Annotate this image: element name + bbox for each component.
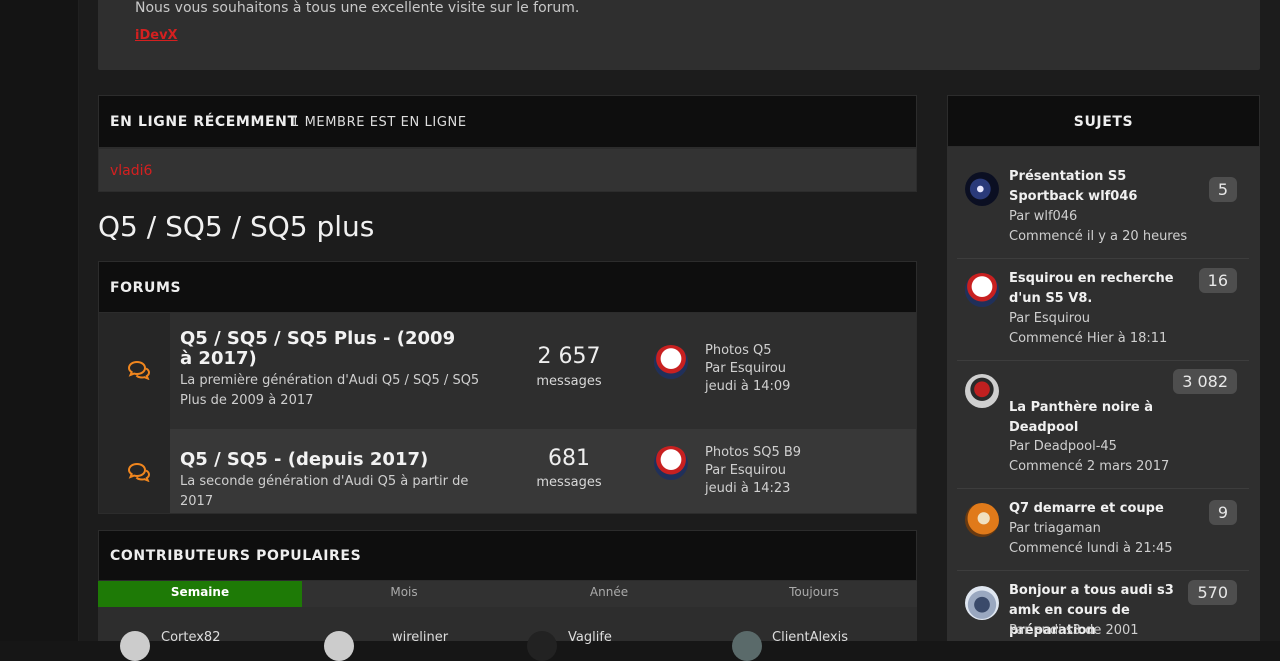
tab-semaine[interactable]: Semaine	[98, 581, 302, 607]
topic-title-link[interactable]: La Panthère noire à Deadpool	[1009, 398, 1199, 438]
avatar[interactable]	[120, 631, 150, 661]
reply-count-badge: 570	[1188, 580, 1237, 605]
avatar[interactable]	[965, 374, 999, 408]
topic-author[interactable]: Par Esquirou	[1009, 311, 1090, 326]
avatar[interactable]	[732, 631, 762, 661]
topic-item[interactable]: Présentation S5 Sportback wlf046 Par wlf…	[957, 157, 1249, 259]
avatar[interactable]	[965, 586, 999, 620]
forum-title-link[interactable]: Q5 / SQ5 / SQ5 Plus - (2009 à 2017)	[180, 329, 470, 369]
contributors-tabs: Semaine Mois Année Toujours	[98, 581, 917, 607]
topic-title-extra: .	[1009, 417, 1014, 432]
avatar[interactable]	[324, 631, 354, 661]
contributor-link[interactable]: wireliner	[392, 630, 448, 645]
forum-icon-cell	[99, 429, 170, 513]
topic-author[interactable]: Par Deadpool-45	[1009, 439, 1117, 454]
topic-started: Commencé 2 mars 2017	[1009, 459, 1170, 474]
chat-bubbles-icon	[127, 360, 151, 380]
avatar[interactable]	[965, 503, 999, 537]
sujets-title: SUJETS	[1073, 114, 1134, 130]
last-post-date: jeudi à 14:09	[705, 379, 791, 394]
left-gutter	[0, 0, 79, 641]
forum-row[interactable]: Q5 / SQ5 - (depuis 2017) La seconde géné…	[98, 429, 917, 514]
forums-title: FORUMS	[110, 280, 182, 296]
forum-description: La seconde génération d'Audi Q5 à partir…	[180, 474, 469, 509]
last-post-author[interactable]: Par Esquirou	[705, 361, 786, 376]
online-recently-title: EN LIGNE RÉCEMMENT	[110, 114, 298, 130]
avatar[interactable]	[965, 273, 999, 307]
last-post-title-link[interactable]: Photos SQ5 B9	[705, 445, 801, 460]
contributor-link[interactable]: Vaglife	[568, 630, 612, 645]
online-user-link[interactable]: vladi6	[110, 163, 152, 179]
reply-count-badge: 9	[1208, 500, 1237, 525]
sujets-list: Présentation S5 Sportback wlf046 Par wlf…	[947, 147, 1260, 641]
online-recently-header: EN LIGNE RÉCEMMENT 1 MEMBRE EST EN LIGNE	[98, 95, 917, 148]
topic-item[interactable]: Esquirou en recherche d'un S5 V8. Par Es…	[957, 259, 1249, 361]
forum-description: La première génération d'Audi Q5 / SQ5 /…	[180, 373, 480, 408]
tab-mois[interactable]: Mois	[302, 581, 506, 607]
avatar[interactable]	[654, 446, 688, 480]
topic-author[interactable]: Par wlf046	[1009, 209, 1077, 224]
topic-item[interactable]: La Panthère noire à Deadpool . Par Deadp…	[957, 361, 1249, 489]
last-post-date: jeudi à 14:23	[705, 481, 791, 496]
forum-message-count: 681	[548, 446, 590, 471]
forums-header: FORUMS	[98, 261, 917, 313]
contributor-link[interactable]: ClientAlexis	[772, 630, 848, 645]
topic-started: Commencé Hier à 18:11	[1009, 331, 1168, 346]
topic-title-link[interactable]: Q7 demarre et coupe	[1009, 499, 1199, 519]
tab-toujours[interactable]: Toujours	[712, 581, 916, 607]
topic-title-link[interactable]: Esquirou en recherche d'un S5 V8.	[1009, 269, 1199, 309]
avatar[interactable]	[527, 631, 557, 661]
forum-message-label: messages	[536, 475, 602, 490]
welcome-text: Nous vous souhaitons à tous une excellen…	[135, 0, 580, 16]
online-member-count: 1 MEMBRE EST EN LIGNE	[291, 115, 467, 130]
contributors-list: Cortex82 wireliner Vaglife ClientAlexis	[98, 607, 917, 661]
reply-count-badge: 16	[1198, 268, 1237, 293]
forum-message-label: messages	[536, 374, 602, 389]
welcome-signature-link[interactable]: iDevX	[135, 28, 178, 43]
last-post-author[interactable]: Par Esquirou	[705, 463, 786, 478]
sujets-header: SUJETS	[947, 95, 1260, 147]
topic-author[interactable]: Par audi s3 de 2001	[1009, 623, 1139, 638]
topic-title-link[interactable]: Présentation S5 Sportback wlf046	[1009, 167, 1199, 207]
forum-message-count: 2 657	[537, 344, 601, 369]
forum-title-link[interactable]: Q5 / SQ5 - (depuis 2017)	[180, 450, 470, 470]
avatar[interactable]	[965, 172, 999, 206]
last-post-title-link[interactable]: Photos Q5	[705, 343, 772, 358]
avatar[interactable]	[654, 345, 688, 379]
online-users-list: vladi6	[98, 148, 917, 192]
topic-item[interactable]: Bonjour a tous audi s3 amk en cours de p…	[957, 571, 1249, 641]
contributor-link[interactable]: Cortex82	[161, 630, 220, 645]
welcome-box: Nous vous souhaitons à tous une excellen…	[98, 0, 1260, 70]
forum-icon-cell	[99, 313, 170, 429]
topic-started: Commencé il y a 20 heures	[1009, 229, 1188, 244]
topic-started: Commencé lundi à 21:45	[1009, 541, 1173, 556]
contributors-header: CONTRIBUTEURS POPULAIRES	[98, 530, 917, 581]
reply-count-badge: 3 082	[1173, 369, 1237, 394]
reply-count-badge: 5	[1208, 177, 1237, 202]
tab-annee[interactable]: Année	[507, 581, 711, 607]
topic-item[interactable]: Q7 demarre et coupe Par triagaman Commen…	[957, 489, 1249, 571]
forum-row[interactable]: Q5 / SQ5 / SQ5 Plus - (2009 à 2017) La p…	[98, 313, 917, 429]
topic-author[interactable]: Par triagaman	[1009, 521, 1101, 536]
page-title: Q5 / SQ5 / SQ5 plus	[98, 210, 375, 243]
contributors-title: CONTRIBUTEURS POPULAIRES	[110, 548, 362, 564]
chat-bubbles-icon	[127, 462, 151, 482]
